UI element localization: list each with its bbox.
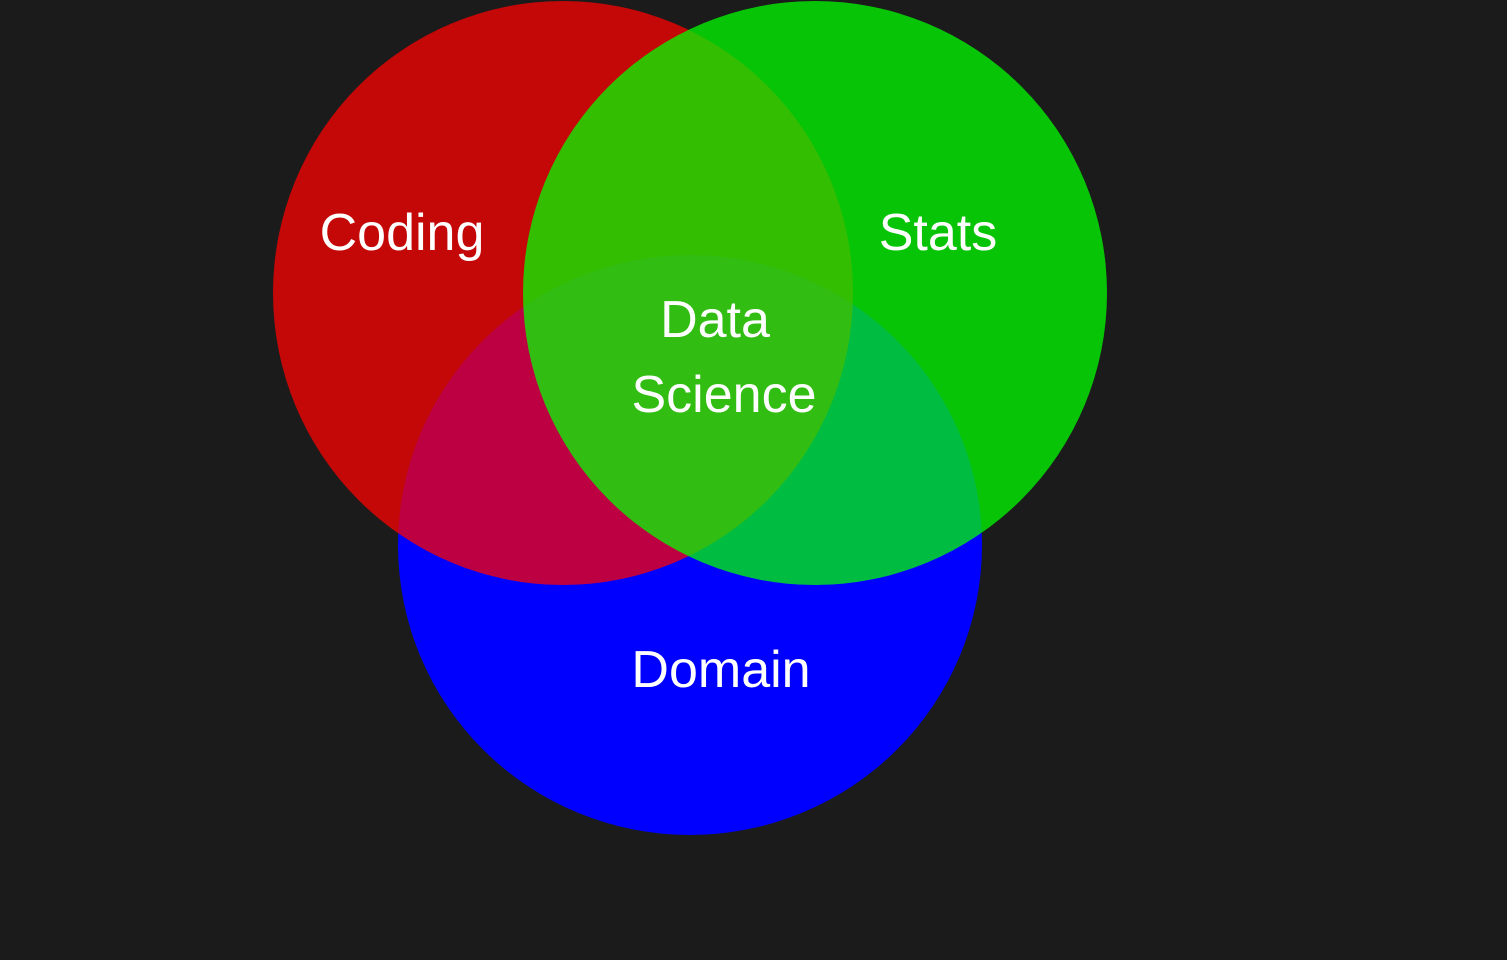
center-label-line2: Science — [632, 366, 817, 424]
stats-label: Stats — [879, 204, 998, 262]
coding-label: Coding — [320, 204, 485, 262]
domain-label: Domain — [631, 641, 810, 699]
center-label-line1: Data — [660, 291, 770, 349]
stats-circle — [523, 1, 1107, 585]
venn-diagram: Coding Stats Data Science Domain — [0, 0, 1507, 960]
